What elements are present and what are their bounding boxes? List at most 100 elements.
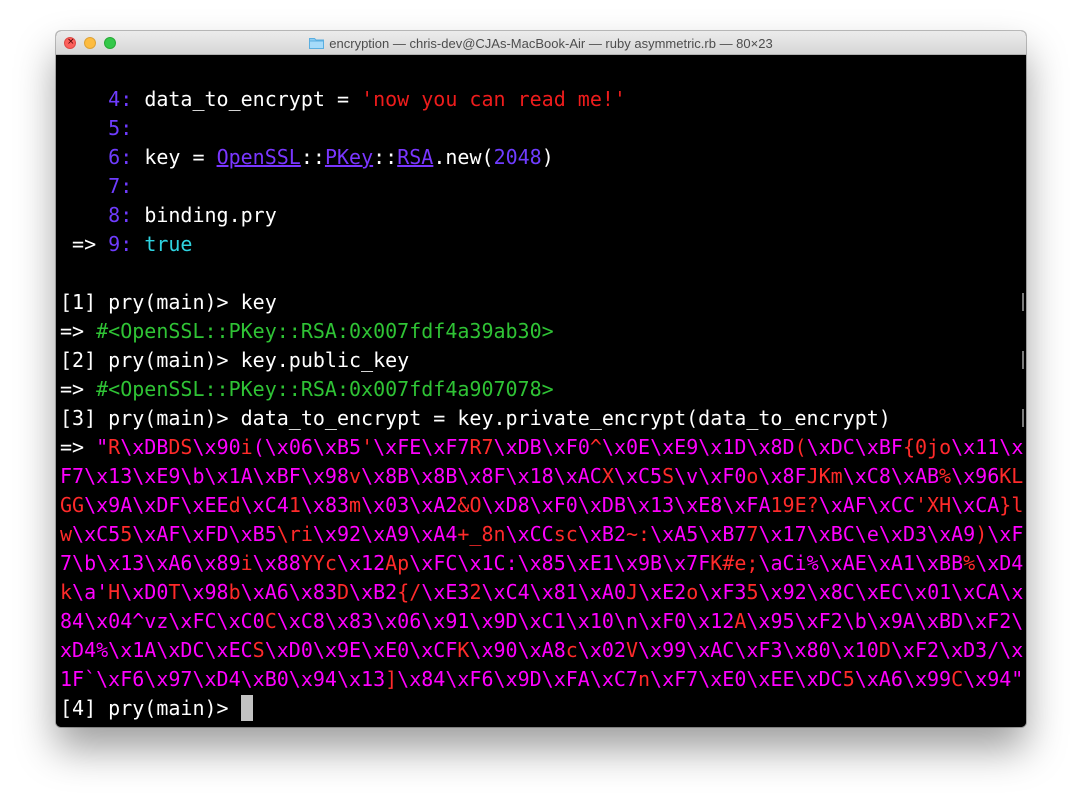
- encrypted-bytes: \x95\xF2\b\x9A\xBD\xF2\: [746, 609, 1024, 633]
- code-text: binding.pry: [144, 203, 277, 227]
- encrypted-bytes: \xC4\x81\xA0: [481, 580, 627, 604]
- code-method: .new(: [433, 145, 494, 169]
- encrypted-bytes: \xD4: [975, 551, 1024, 575]
- encrypted-bytes: k: [60, 580, 73, 604]
- encrypted-bytes: \x90\xA8: [469, 638, 566, 662]
- code-variable: key: [144, 145, 181, 169]
- title-bar[interactable]: × encryption — chris-dev@CJAs-MacBook-Ai…: [56, 31, 1026, 55]
- encrypted-bytes: 5: [746, 580, 759, 604]
- encrypted-bytes: \xB2: [349, 580, 398, 604]
- terminal-content[interactable]: 4: data_to_encrypt = 'now you can read m…: [56, 55, 1026, 727]
- code-line-7: 7:: [60, 172, 132, 201]
- encrypted-bytes: i: [240, 435, 253, 459]
- line-number: 5: [108, 116, 121, 140]
- line-number: 9: [108, 232, 121, 256]
- encrypted-bytes: 5: [120, 522, 133, 546]
- code-line-6: 6: key = OpenSSL::PKey::RSA.new(2048): [60, 143, 554, 172]
- encrypted-bytes: Ap: [385, 551, 410, 575]
- encrypted-bytes: 19E?: [770, 493, 819, 517]
- encrypted-bytes: \xFE\xF7: [373, 435, 470, 459]
- encrypted-bytes: \xC5: [613, 464, 663, 488]
- encrypted-bytes: ): [975, 522, 988, 546]
- encrypted-bytes: \xF: [987, 522, 1024, 546]
- encrypted-bytes: \xD0\x9E\xE0\xCF: [264, 638, 458, 662]
- code-operator: =: [180, 145, 217, 169]
- encrypted-bytes: 'XH: [914, 493, 952, 517]
- encrypted-bytes: \xE2: [638, 580, 687, 604]
- encrypted-bytes: \xAF\xCC: [818, 493, 915, 517]
- line-marker: [1022, 351, 1024, 369]
- encrypted-bytes: \v\xF0: [674, 464, 747, 488]
- repl-input: key: [240, 290, 277, 314]
- encrypted-bytes: {0jo: [902, 435, 952, 459]
- encrypted-bytes: ~:: [626, 522, 651, 546]
- prompt: [4] pry(main)>: [60, 696, 241, 720]
- encrypted-bytes: S: [252, 638, 265, 662]
- encrypted-bytes: \xFC\x1C:\x85\xE1\x9B\x7F: [409, 551, 711, 575]
- encrypted-bytes: \a': [72, 580, 109, 604]
- line-number: 6: [108, 145, 121, 169]
- encrypted-bytes: \x11\x: [951, 435, 1024, 459]
- encrypted-bytes: \xF7\xE0\xEE\xDC: [650, 667, 843, 691]
- line-colon: :: [120, 203, 145, 227]
- encrypted-bytes: \x03\xA2: [361, 493, 458, 517]
- repl-prompt-4[interactable]: [4] pry(main)>: [60, 694, 253, 723]
- encrypted-line: 1F`\xF6\x97\xD4\xB0\x94\x13]\x84\xF6\x9D…: [60, 665, 1023, 694]
- encrypted-bytes: \xCA: [951, 493, 1000, 517]
- code-constant: PKey: [324, 145, 374, 169]
- repl-result: #<OpenSSL::PKey::RSA:0x007fdf4a907078>: [96, 377, 554, 401]
- encrypted-bytes: \x83: [300, 493, 350, 517]
- encrypted-bytes: \xAF\xFD\xB5: [132, 522, 277, 546]
- encrypted-bytes: YYc: [300, 551, 337, 575]
- encrypted-bytes: (\x06\xB5: [252, 435, 362, 459]
- encrypted-bytes: \x8F: [758, 464, 807, 488]
- encrypted-bytes: w: [60, 522, 73, 546]
- encrypted-bytes: R: [108, 435, 121, 459]
- result-arrow: =>: [60, 319, 97, 343]
- code-paren: ): [541, 145, 554, 169]
- window-title: encryption — chris-dev@CJAs-MacBook-Air …: [329, 35, 773, 51]
- terminal-window: × encryption — chris-dev@CJAs-MacBook-Ai…: [56, 31, 1026, 727]
- encrypted-bytes: o: [746, 464, 759, 488]
- encrypted-bytes: ^: [589, 435, 602, 459]
- encrypted-bytes: \x88: [252, 551, 301, 575]
- code-line-9: => 9: true: [60, 230, 192, 259]
- encrypted-bytes: &O: [457, 493, 482, 517]
- prompt: [2] pry(main)>: [60, 348, 241, 372]
- prompt: [1] pry(main)>: [60, 290, 241, 314]
- encrypted-bytes: \x17\xBC\e\xD3\xA9: [758, 522, 976, 546]
- encrypted-bytes: \xDB: [120, 435, 169, 459]
- encrypted-bytes: \xC5: [72, 522, 121, 546]
- encrypted-bytes: \ri: [276, 522, 313, 546]
- folder-icon: [309, 38, 325, 49]
- encrypted-bytes: DS: [168, 435, 193, 459]
- encrypted-bytes: C: [264, 609, 277, 633]
- line-colon: :: [120, 174, 133, 198]
- code-variable: data_to_encrypt: [144, 87, 325, 111]
- line-marker: [1022, 293, 1024, 311]
- encrypted-bytes: c: [565, 638, 578, 662]
- code-string: 'now you can read me!': [361, 87, 626, 111]
- line-number: 7: [108, 174, 121, 198]
- encrypted-bytes: (: [794, 435, 807, 459]
- line-number: 8: [108, 203, 121, 227]
- current-line-arrow: =>: [60, 232, 109, 256]
- encrypted-bytes: K#e;: [710, 551, 759, 575]
- encrypted-bytes: ': [361, 435, 374, 459]
- encrypted-bytes: \x98: [180, 580, 229, 604]
- line-colon: :: [120, 232, 145, 256]
- encrypted-bytes: sc: [553, 522, 578, 546]
- repl-prompt-1: [1] pry(main)> key: [60, 288, 277, 317]
- encrypted-bytes: R7: [469, 435, 494, 459]
- line-number: 4: [108, 87, 121, 111]
- encrypted-bytes: v: [348, 464, 362, 488]
- encrypted-bytes: \x96: [951, 464, 1000, 488]
- encrypted-bytes: X: [601, 464, 614, 488]
- encrypted-bytes: K: [457, 638, 470, 662]
- text-cursor: [240, 695, 253, 721]
- encrypted-line: 7\b\x13\xA6\x89i\x88YYc\x12Ap\xFC\x1C:\x…: [60, 549, 1023, 578]
- encrypted-line: xD4%\x1A\xDC\xECS\xD0\x9E\xE0\xCFK\x90\x…: [60, 636, 1023, 665]
- encrypted-bytes: \xC4: [240, 493, 289, 517]
- encrypted-bytes: xD4%\x1A\xDC\xEC: [60, 638, 253, 662]
- encrypted-bytes: \x92\xA9\xA4: [312, 522, 458, 546]
